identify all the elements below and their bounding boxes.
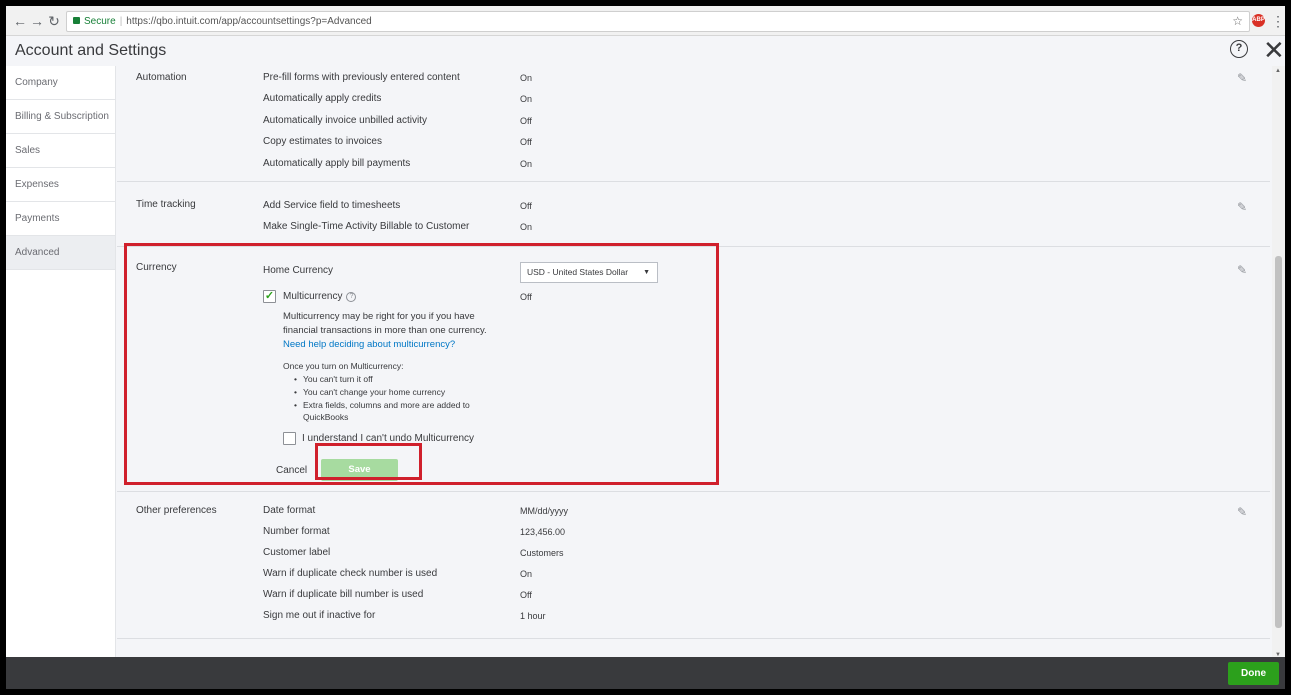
setting-value: Customers [520,548,564,558]
other-preferences-label: Other preferences [136,505,217,516]
setting-name: Add Service field to timesheets [263,200,401,211]
sidebar-item-payments[interactable]: Payments [6,202,115,236]
scroll-thumb[interactable] [1275,256,1282,628]
setting-value: On [520,222,533,232]
setting-name: Customer label [263,547,331,558]
setting-name: Warn if duplicate check number is used [263,568,438,579]
screen: ← → ↻ Secure | https://qbo.intuit.com/app/… [6,6,1285,689]
sidebar-item-advanced[interactable]: Advanced [6,236,115,270]
setting-value: MM/dd/yyyy [520,506,569,516]
automation-section[interactable]: Automation Pre-fill forms with previousl… [117,66,1270,182]
setting-value: 123,456.00 [520,527,566,537]
automation-label: Automation [136,72,187,83]
setting-value: Off [520,137,532,147]
sidebar-item-billing[interactable]: Billing & Subscription [6,100,115,134]
forward-arrow-icon[interactable]: → [28,12,46,30]
setting-value: On [520,73,533,83]
address-bar[interactable]: Secure | https://qbo.intuit.com/app/accoun… [66,11,1250,32]
secure-label: Secure [84,16,116,27]
edit-pencil-icon[interactable]: ✎ [1237,263,1247,277]
done-button[interactable]: Done [1228,662,1279,685]
setting-name: Pre-fill forms with previously entered c… [263,72,460,83]
settings-sidebar: Company Billing & Subscription Sales Exp… [6,66,116,662]
lock-icon [73,17,80,24]
browser-menu-icon[interactable]: ⋮ [1271,12,1285,30]
setting-name: Number format [263,526,330,537]
edit-pencil-icon[interactable]: ✎ [1237,71,1247,85]
setting-value: On [520,569,533,579]
browser-toolbar: ← → ↻ Secure | https://qbo.intuit.com/app/… [6,6,1285,36]
setting-value: On [520,159,533,169]
footer-bar: Done [6,657,1285,689]
setting-value: Off [520,590,532,600]
setting-value: Off [520,116,532,126]
setting-name: Copy estimates to invoices [263,136,382,147]
scroll-up-arrow-icon[interactable]: ▲ [1275,68,1281,74]
edit-pencil-icon[interactable]: ✎ [1237,200,1247,214]
setting-name: Warn if duplicate bill number is used [263,589,424,600]
time-tracking-label: Time tracking [136,199,196,210]
sidebar-item-expenses[interactable]: Expenses [6,168,115,202]
adblock-extension-icon[interactable]: ABP [1252,14,1265,27]
reload-icon[interactable]: ↻ [45,12,63,30]
edit-pencil-icon[interactable]: ✎ [1237,505,1247,519]
scrollbar[interactable]: ▲ ▼ [1272,66,1285,662]
time-tracking-section[interactable]: Time tracking Add Service field to times… [117,188,1270,247]
page-title: Account and Settings [15,42,167,59]
setting-value: 1 hour [520,611,546,621]
setting-name: Sign me out if inactive for [263,610,376,621]
setting-name: Automatically apply bill payments [263,158,411,169]
sidebar-item-company[interactable]: Company [6,66,115,100]
url-text: https://qbo.intuit.com/app/accountsettin… [126,16,372,27]
close-icon[interactable]: ✕ [1263,36,1285,64]
url-separator: | [119,16,123,27]
save-highlight-box [315,443,422,480]
sidebar-item-sales[interactable]: Sales [6,134,115,168]
back-arrow-icon[interactable]: ← [11,12,29,30]
bookmark-star-icon[interactable]: ☆ [1232,12,1243,31]
help-icon[interactable]: ? [1230,40,1248,58]
setting-name: Make Single-Time Activity Billable to Cu… [263,221,470,232]
setting-name: Automatically invoice unbilled activity [263,115,427,126]
setting-name: Automatically apply credits [263,93,382,104]
setting-value: On [520,94,533,104]
setting-value: Off [520,201,532,211]
other-preferences-section[interactable]: Other preferences Date format MM/dd/yyyy… [117,493,1270,639]
setting-name: Date format [263,505,316,516]
